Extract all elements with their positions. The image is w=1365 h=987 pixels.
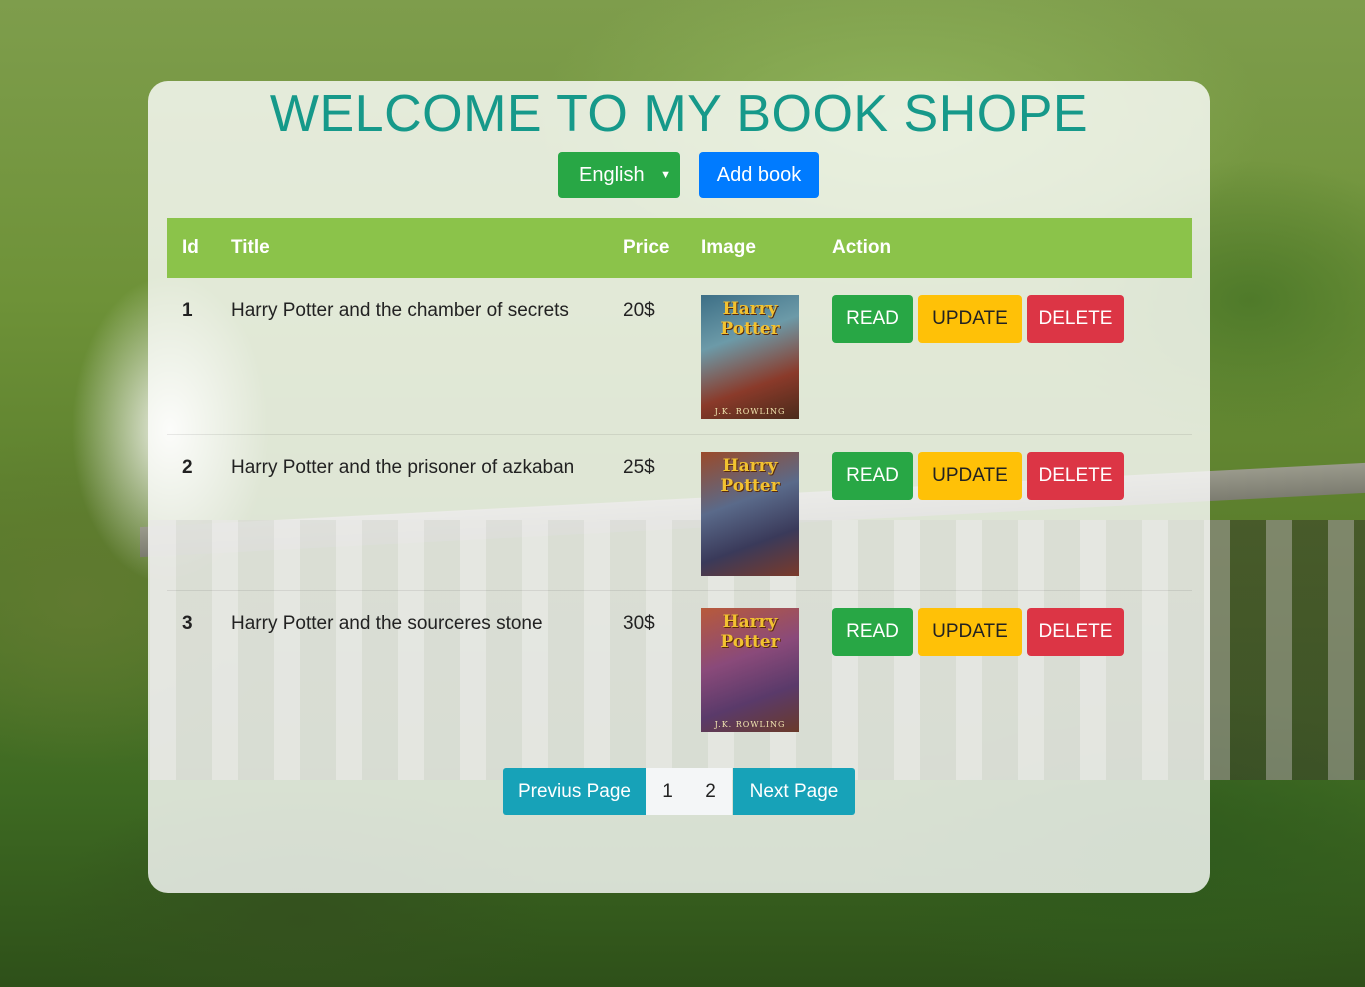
book-cover-image: Harry Potter J.K. ROWLING [701, 608, 799, 732]
header-id: Id [182, 237, 199, 258]
book-cover-image: Harry Potter J.K. ROWLING [701, 295, 799, 419]
header-image: Image [701, 237, 756, 258]
cover-author: J.K. ROWLING [714, 407, 786, 416]
update-button[interactable]: UPDATE [918, 295, 1022, 343]
book-title: Harry Potter and the sourceres stone [231, 613, 543, 634]
cover-title: Harry Potter [720, 612, 780, 652]
cover-author: J.K. ROWLING [714, 720, 786, 729]
language-select-value: English [579, 164, 645, 186]
add-book-button[interactable]: Add book [699, 152, 819, 198]
read-button[interactable]: READ [832, 295, 913, 343]
update-button[interactable]: UPDATE [918, 608, 1022, 656]
table-header: Id Title Price Image Action [167, 218, 1192, 278]
table-row: 1 Harry Potter and the chamber of secret… [167, 278, 1192, 434]
book-cover-image: Harry Potter [701, 452, 799, 576]
book-price: 20$ [623, 300, 655, 321]
next-page-button[interactable]: Next Page [733, 768, 855, 815]
book-price: 25$ [623, 457, 655, 478]
book-id: 3 [182, 613, 193, 634]
book-id: 1 [182, 300, 193, 321]
update-button[interactable]: UPDATE [918, 452, 1022, 500]
page-2-button[interactable]: 2 [689, 768, 732, 815]
header-price: Price [623, 237, 670, 258]
delete-button[interactable]: DELETE [1027, 295, 1124, 343]
table-row: 2 Harry Potter and the prisoner of azkab… [167, 434, 1192, 591]
header-action: Action [832, 237, 892, 258]
book-id: 2 [182, 457, 193, 478]
page-1-button[interactable]: 1 [646, 768, 689, 815]
header-title: Title [231, 237, 270, 258]
caret-down-icon: ▼ [660, 169, 671, 181]
language-select[interactable]: English ▼ [558, 152, 680, 198]
page-title: WELCOME TO MY BOOK SHOPE [269, 85, 1089, 143]
cover-title: Harry Potter [720, 299, 780, 339]
read-button[interactable]: READ [832, 608, 913, 656]
book-title: Harry Potter and the prisoner of azkaban [231, 457, 575, 478]
book-price: 30$ [623, 613, 655, 634]
previous-page-button[interactable]: Previus Page [503, 768, 646, 815]
table-row: 3 Harry Potter and the sourceres stone 3… [167, 590, 1192, 747]
read-button[interactable]: READ [832, 452, 913, 500]
cover-title: Harry Potter [720, 456, 780, 496]
book-title: Harry Potter and the chamber of secrets [231, 300, 569, 321]
delete-button[interactable]: DELETE [1027, 608, 1124, 656]
delete-button[interactable]: DELETE [1027, 452, 1124, 500]
